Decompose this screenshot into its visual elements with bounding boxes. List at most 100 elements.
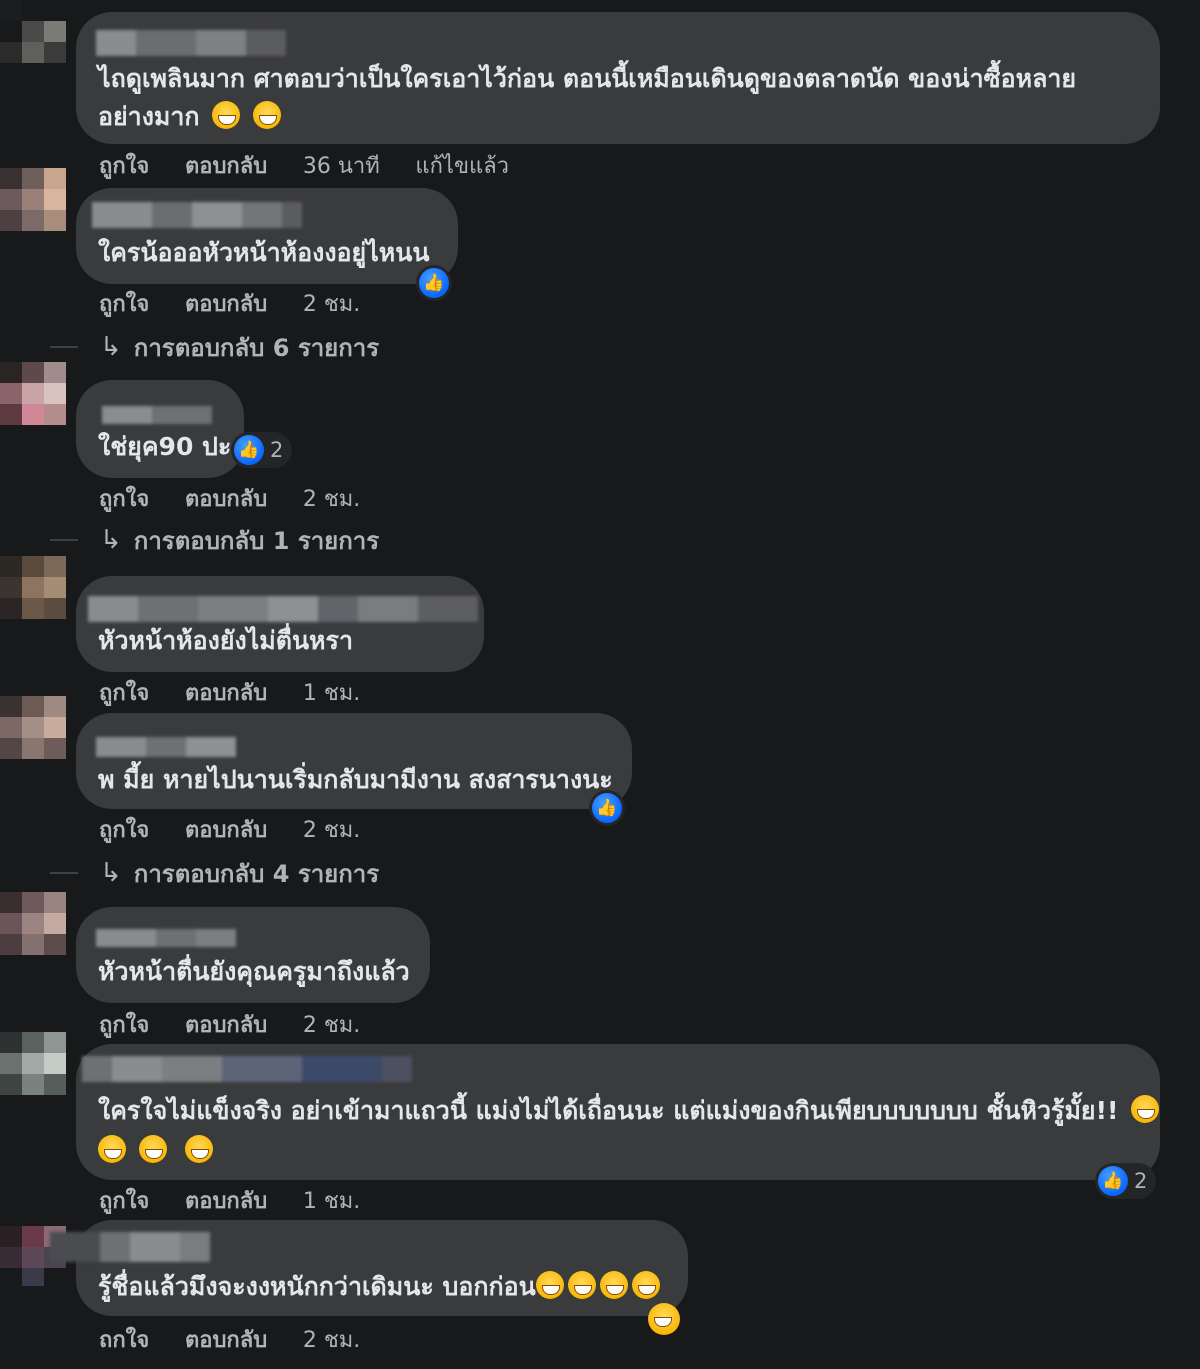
reply-button[interactable]: ตอบกลับ — [185, 1189, 267, 1214]
squinting-tongue-face-icon — [648, 1303, 680, 1335]
replies-count-label[interactable]: การตอบกลับ 1 รายการ — [134, 521, 379, 560]
like-button[interactable]: ถูกใจ — [99, 1013, 149, 1038]
comment-text: หัวหน้าห้องยังไม่ตื่นหรา — [98, 626, 354, 655]
timestamp[interactable]: 2 ชม. — [303, 1013, 360, 1038]
thumbs-up-icon: 👍 — [1098, 1166, 1128, 1196]
grinning-face-icon — [212, 101, 241, 129]
thread-line — [50, 872, 78, 874]
timestamp[interactable]: 2 ชม. — [303, 1328, 360, 1353]
reaction-badge[interactable] — [645, 1300, 683, 1338]
reply-button[interactable]: ตอบกลับ — [185, 487, 267, 512]
reaction-badge[interactable]: 👍 2 — [1095, 1163, 1157, 1199]
reaction-count: 2 — [1134, 1169, 1148, 1193]
reaction-badge[interactable]: 👍 — [589, 790, 625, 826]
view-replies-link[interactable]: ↳ การตอบกลับ 1 รายการ — [50, 525, 379, 555]
reply-arrow-icon: ↳ — [100, 525, 122, 555]
rolling-laughing-icon — [567, 1271, 596, 1299]
comment-bubble: หัวหน้าตื่นยังคุณครูมาถึงแล้ว — [76, 907, 430, 1003]
comment-actions: ถูกใจ ตอบกลับ 2 ชม. — [99, 286, 388, 321]
comment-actions: ถูกใจ ตอบกลับ 1 ชม. — [99, 675, 388, 710]
timestamp[interactable]: 1 ชม. — [303, 1189, 360, 1214]
like-button[interactable]: ถูกใจ — [99, 681, 149, 706]
replies-count-label[interactable]: การตอบกลับ 6 รายการ — [134, 328, 379, 367]
timestamp[interactable]: 2 ชม. — [303, 818, 360, 843]
thumbs-up-icon: 👍 — [592, 793, 622, 823]
reaction-badge[interactable]: 👍 2 — [231, 432, 293, 468]
author-name-blurred[interactable] — [102, 406, 212, 424]
comment-actions: ถูกใจ ตอบกลับ 2 ชม. — [99, 812, 388, 847]
reply-button[interactable]: ตอบกลับ — [185, 818, 267, 843]
comment-text-line-2: อย่างมาก — [98, 98, 281, 136]
avatar[interactable] — [0, 0, 66, 82]
comment-bubble: พ มี้ย หายไปนานเริ่มกลับมามีงาน สงสารนาง… — [76, 713, 632, 809]
thumbs-up-icon: 👍 — [234, 435, 264, 465]
replies-count-label[interactable]: การตอบกลับ 4 รายการ — [134, 854, 379, 893]
avatar[interactable] — [0, 168, 66, 252]
comment-text: ใครใจไม่แข็งจริง อย่าเข้ามาแถวนี้ แม่งไม… — [98, 1092, 1160, 1130]
like-button[interactable]: ถูกใจ — [99, 1189, 149, 1214]
like-button[interactable]: ถูกใจ — [99, 818, 149, 843]
edited-label[interactable]: แก้ไขแล้ว — [415, 154, 509, 179]
comment-text: พ มี้ย หายไปนานเริ่มกลับมามีงาน สงสารนาง… — [98, 765, 613, 794]
comment-text: ไถดูเพลินมาก ศาตอบว่าเป็นใครเอาไว้ก่อน ต… — [98, 64, 1077, 93]
avatar[interactable] — [0, 556, 66, 640]
rolling-laughing-icon — [599, 1271, 628, 1299]
comment-bubble: ใครใจไม่แข็งจริง อย่าเข้ามาแถวนี้ แม่งไม… — [76, 1044, 1160, 1180]
author-name-blurred[interactable] — [96, 30, 286, 56]
rolling-laughing-icon — [535, 1271, 564, 1299]
reply-button[interactable]: ตอบกลับ — [185, 154, 267, 179]
reaction-count: 2 — [270, 438, 284, 462]
reply-button[interactable]: ตอบกลับ — [185, 681, 267, 706]
author-name-blurred[interactable] — [82, 1056, 412, 1082]
timestamp[interactable]: 2 ชม. — [303, 487, 360, 512]
comment-bubble: ใช่ยุค90 ปะ — [76, 380, 244, 478]
comment-text: ใครน้อออหัวหน้าห้องงอยู่ไหนน — [98, 238, 430, 267]
timestamp[interactable]: 2 ชม. — [303, 292, 360, 317]
comment-actions: ถูกใจ ตอบกลับ 2 ชม. — [99, 481, 388, 516]
avatar[interactable] — [0, 1032, 66, 1116]
laughing-face-icon — [185, 1135, 214, 1163]
comment-bubble: ไถดูเพลินมาก ศาตอบว่าเป็นใครเอาไว้ก่อน ต… — [76, 12, 1160, 144]
comment-bubble: หัวหน้าห้องยังไม่ตื่นหรา — [76, 576, 484, 672]
timestamp[interactable]: 36 นาที — [303, 154, 380, 179]
comment-text: รู้ชื่อแล้วมึงจะงงหนักกว่าเดิมนะ บอกก่อน — [98, 1268, 660, 1306]
reply-button[interactable]: ตอบกลับ — [185, 1328, 267, 1353]
avatar[interactable] — [0, 696, 66, 780]
laughing-face-icon — [138, 1135, 167, 1163]
grinning-face-icon — [253, 101, 281, 129]
author-name-blurred[interactable] — [50, 1232, 210, 1262]
comment-actions: ถูกใจ ตอบกลับ 36 นาที แก้ไขแล้ว — [99, 148, 537, 183]
like-button[interactable]: ถูกใจ — [99, 487, 149, 512]
comment-actions: ถูกใจ ตอบกลับ 1 ชม. — [99, 1183, 388, 1218]
view-replies-link[interactable]: ↳ การตอบกลับ 6 รายการ — [50, 332, 379, 362]
reply-arrow-icon: ↳ — [100, 332, 122, 362]
author-name-blurred[interactable] — [88, 596, 478, 622]
laughing-face-icon — [98, 1135, 126, 1163]
comment-bubble: รู้ชื่อแล้วมึงจะงงหนักกว่าเดิมนะ บอกก่อน — [50, 1220, 688, 1316]
reply-arrow-icon: ↳ — [100, 858, 122, 888]
comment-text: หัวหน้าตื่นยังคุณครูมาถึงแล้ว — [98, 957, 410, 986]
like-button[interactable]: ถูกใจ — [99, 292, 149, 317]
comment-text: ใช่ยุค90 ปะ — [98, 432, 232, 461]
like-button[interactable]: ถูกใจ — [99, 154, 149, 179]
comment-actions: ถกใจ ตอบกลับ 2 ชม. — [99, 1322, 388, 1357]
thread-line — [50, 539, 78, 541]
comment-bubble: ใครน้อออหัวหน้าห้องงอยู่ไหนน — [76, 188, 458, 284]
rolling-laughing-icon — [631, 1271, 660, 1299]
reply-button[interactable]: ตอบกลับ — [185, 1013, 267, 1038]
avatar[interactable] — [0, 892, 66, 976]
author-name-blurred[interactable] — [96, 929, 236, 947]
reaction-badge[interactable]: 👍 — [416, 265, 452, 301]
comment-actions: ถูกใจ ตอบกลับ 2 ชม. — [99, 1007, 388, 1042]
timestamp[interactable]: 1 ชม. — [303, 681, 360, 706]
laughing-face-icon — [1131, 1095, 1160, 1123]
author-name-blurred[interactable] — [92, 202, 302, 228]
comment-text-line-2 — [94, 1132, 214, 1170]
avatar[interactable] — [0, 362, 66, 446]
view-replies-link[interactable]: ↳ การตอบกลับ 4 รายการ — [50, 858, 379, 888]
like-button[interactable]: ถกใจ — [99, 1328, 149, 1353]
thumbs-up-icon: 👍 — [419, 268, 449, 298]
thread-line — [50, 346, 78, 348]
author-name-blurred[interactable] — [96, 737, 236, 757]
reply-button[interactable]: ตอบกลับ — [185, 292, 267, 317]
